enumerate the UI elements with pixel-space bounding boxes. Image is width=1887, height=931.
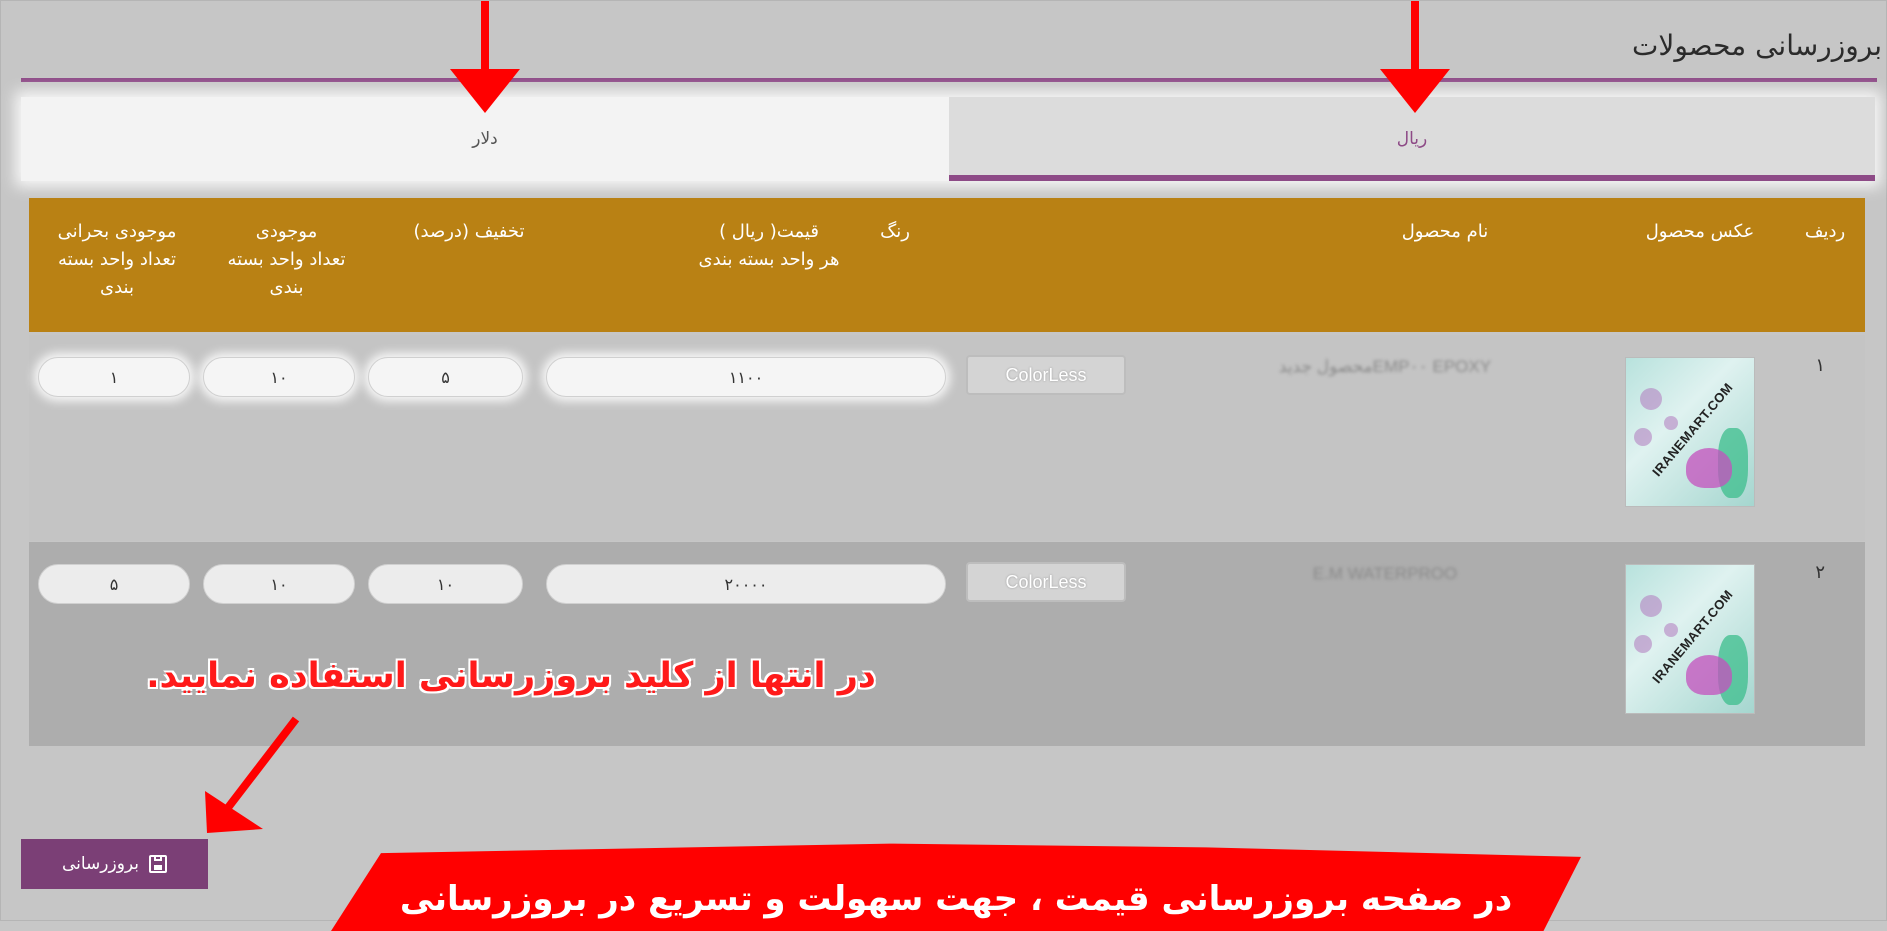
- annotation-banner-text: در صفحه بروزرسانی قیمت ، جهت سهولت و تسر…: [399, 879, 1513, 919]
- critical-stock-input[interactable]: ۱: [38, 357, 190, 397]
- save-icon: [149, 855, 168, 873]
- tab-rial[interactable]: ریال: [949, 97, 1875, 181]
- annotation-hint: در انتها از کلید بروزرسانی استفاده نمایی…: [146, 656, 876, 696]
- flask-shape: [1686, 448, 1732, 488]
- color-button[interactable]: ColorLess: [966, 562, 1126, 602]
- bubble-shape: [1664, 623, 1678, 637]
- product-image[interactable]: IRANEMART.COM: [1625, 357, 1755, 507]
- header-critical-stock: موجودی بحرانی تعداد واحد بسته بندی: [57, 221, 177, 298]
- product-image[interactable]: IRANEMART.COM: [1625, 564, 1755, 714]
- table-row: ۲ IRANEMART.COM E.M WATERPROO ColorLess …: [29, 542, 1865, 746]
- header-price: قیمت( ریال ) هر واحد بسته بندی: [698, 221, 840, 270]
- stock-input[interactable]: ۱۰: [203, 564, 355, 604]
- row-index: ۲: [1815, 562, 1825, 583]
- price-input[interactable]: ۲۰۰۰۰: [546, 564, 946, 604]
- bubble-shape: [1640, 388, 1662, 410]
- page-frame: بروزرسانی محصولات دلار ریال ردیف عکس محص…: [0, 0, 1887, 931]
- update-button-label: بروزرسانی: [61, 854, 140, 874]
- header-image: عکس محصول: [1645, 221, 1755, 242]
- currency-tabs: دلار ریال: [21, 97, 1875, 181]
- table-header: ردیف عکس محصول نام محصول رنگ قیمت( ریال …: [29, 198, 1865, 332]
- header-stock: موجودی تعداد واحد بسته بندی: [227, 221, 346, 298]
- row-index: ۱: [1815, 355, 1825, 376]
- discount-input[interactable]: ۵: [368, 357, 523, 397]
- flask-shape: [1686, 655, 1732, 695]
- table-row: ۱ IRANEMART.COM محصول جدیدEMP۰۰ EPOXY Co…: [29, 335, 1865, 541]
- stock-input[interactable]: ۱۰: [203, 357, 355, 397]
- critical-stock-input[interactable]: ۵: [38, 564, 190, 604]
- tab-dollar[interactable]: دلار: [21, 97, 949, 181]
- title-divider: [21, 78, 1877, 82]
- page-title: بروزرسانی محصولات: [1632, 29, 1882, 62]
- update-button[interactable]: بروزرسانی: [21, 839, 208, 889]
- header-name: نام محصول: [1401, 221, 1489, 242]
- bubble-shape: [1634, 635, 1652, 653]
- discount-input[interactable]: ۱۰: [368, 564, 523, 604]
- price-input[interactable]: ۱۱۰۰: [546, 357, 946, 397]
- header-discount: تخفیف (درصد): [413, 221, 525, 242]
- header-row: ردیف: [1804, 221, 1846, 242]
- bubble-shape: [1664, 416, 1678, 430]
- product-name: محصول جدیدEMP۰۰ EPOXY: [1278, 357, 1492, 376]
- product-name: E.M WATERPROO: [1312, 564, 1458, 583]
- color-button[interactable]: ColorLess: [966, 355, 1126, 395]
- bubble-shape: [1634, 428, 1652, 446]
- bubble-shape: [1640, 595, 1662, 617]
